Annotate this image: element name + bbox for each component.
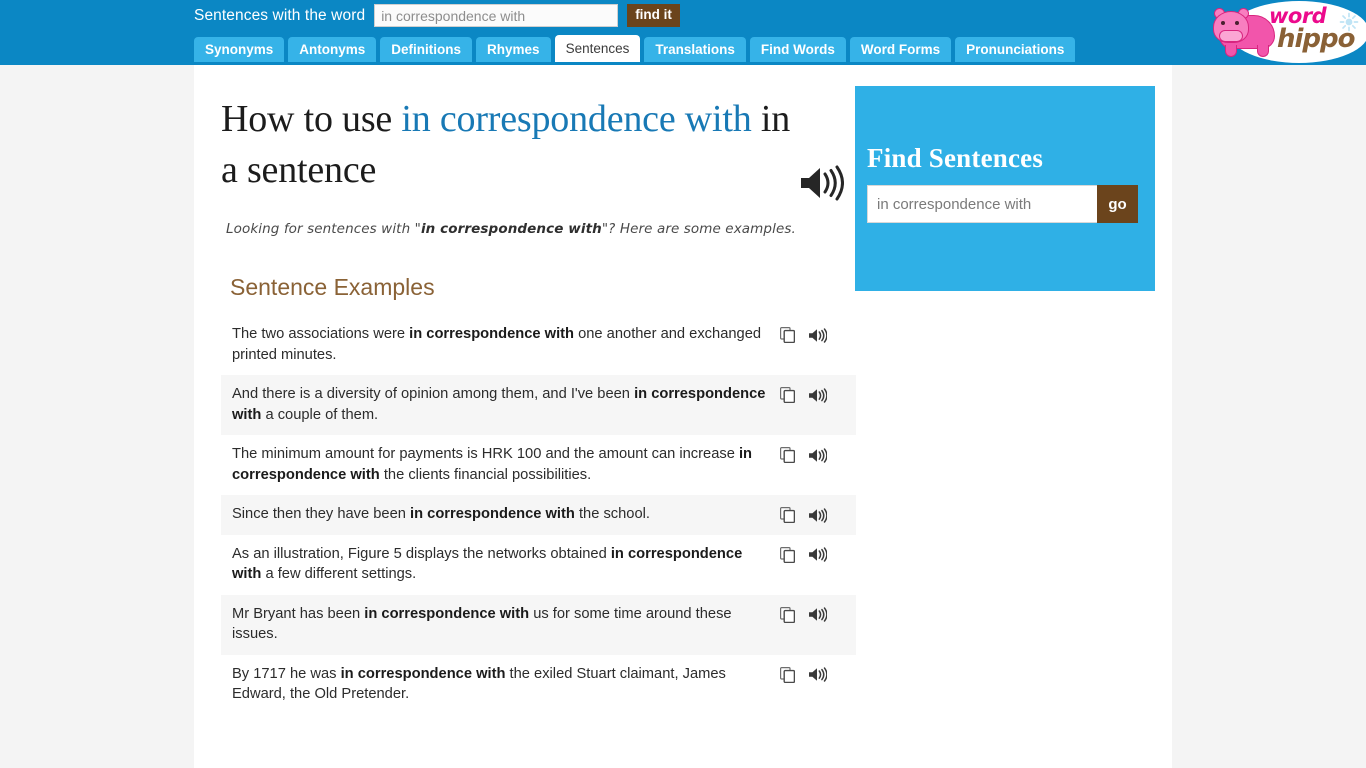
- sentence-text: Since then they have been in corresponde…: [232, 504, 780, 525]
- sentence-examples-list: The two associations were in corresponde…: [221, 315, 856, 715]
- subtitle-keyword: in correspondence with: [420, 221, 602, 237]
- word-search-input[interactable]: [374, 4, 619, 27]
- sentence-row: And there is a diversity of opinion amon…: [221, 375, 856, 435]
- tab-translations[interactable]: Translations: [644, 37, 746, 62]
- speaker-icon[interactable]: [808, 387, 828, 403]
- tab-definitions[interactable]: Definitions: [380, 37, 473, 62]
- go-button[interactable]: go: [1097, 185, 1138, 223]
- sentence-text: The minimum amount for payments is HRK 1…: [232, 444, 780, 485]
- sentence-row: Mr Bryant has been in correspondence wit…: [221, 594, 856, 655]
- sentence-text: And there is a diversity of opinion amon…: [232, 384, 780, 425]
- sentence-row-actions: [780, 664, 833, 683]
- speaker-icon[interactable]: [808, 447, 828, 463]
- sentence-row-actions: [780, 324, 833, 344]
- sentence-text-before: And there is a diversity of opinion amon…: [232, 386, 635, 402]
- copy-icon[interactable]: [780, 606, 796, 623]
- sentence-text-before: The two associations were: [232, 326, 410, 342]
- sentence-row: Since then they have been in corresponde…: [221, 495, 856, 535]
- sentence-text-before: Since then they have been: [232, 506, 411, 522]
- page-title-prefix: How to use: [221, 98, 402, 140]
- speaker-icon[interactable]: [808, 327, 828, 343]
- sentence-row: As an illustration, Figure 5 displays th…: [221, 534, 856, 595]
- nav-tabs: Synonyms Antonyms Definitions Rhymes Sen…: [194, 35, 1076, 62]
- sentence-text-after: a couple of them.: [261, 406, 379, 423]
- hippo-snout: [1219, 30, 1243, 42]
- sentence-keyword: in correspondence with: [340, 665, 506, 682]
- find-sentences-form: go: [867, 185, 1138, 223]
- speaker-icon[interactable]: [808, 667, 828, 682]
- page-body: How to use in correspondence with in a s…: [0, 65, 1366, 768]
- find-sentences-input[interactable]: [867, 185, 1097, 223]
- sentence-text: The two associations were in corresponde…: [232, 324, 780, 365]
- sentence-text-after: the clients financial possibilities.: [379, 466, 592, 483]
- sentence-row: The two associations were in corresponde…: [221, 315, 856, 375]
- sentence-text: By 1717 he was in correspondence with th…: [232, 664, 780, 705]
- tab-synonyms[interactable]: Synonyms: [194, 37, 285, 62]
- find-sentences-panel: Find Sentences go: [855, 86, 1155, 291]
- find-it-button[interactable]: find it: [627, 4, 680, 27]
- subtitle-before: Looking for sentences with ": [226, 221, 421, 237]
- speaker-icon[interactable]: [798, 165, 844, 206]
- hippo-eye-left: [1221, 21, 1225, 25]
- speaker-icon[interactable]: [808, 607, 828, 622]
- tab-antonyms[interactable]: Antonyms: [288, 37, 377, 62]
- sentence-text-after: the school.: [574, 506, 650, 522]
- sentence-text-before: By 1717 he was: [232, 665, 341, 682]
- sentence-text: Mr Bryant has been in correspondence wit…: [232, 604, 780, 645]
- hippo-leg-left: [1225, 45, 1237, 57]
- sentence-row: By 1717 he was in correspondence with th…: [221, 654, 856, 715]
- sentence-row-actions: [780, 444, 833, 464]
- hippo-leg-right: [1257, 45, 1269, 57]
- sun-icon[interactable]: [1339, 12, 1359, 32]
- sentence-text-before: As an illustration, Figure 5 displays th…: [232, 545, 611, 562]
- sentence-row-actions: [780, 384, 833, 404]
- speaker-icon[interactable]: [808, 547, 828, 562]
- top-header-bar: Sentences with the word find it Synonyms…: [0, 0, 1366, 65]
- tab-sentences[interactable]: Sentences: [554, 35, 641, 62]
- hippo-eye-right: [1235, 21, 1239, 25]
- sentence-keyword: in correspondence with: [409, 326, 575, 342]
- copy-icon[interactable]: [780, 327, 796, 344]
- sentence-text-before: The minimum amount for payments is HRK 1…: [232, 446, 739, 462]
- speaker-icon[interactable]: [808, 507, 828, 523]
- sentence-keyword: in correspondence with: [364, 605, 530, 622]
- main-column: How to use in correspondence with in a s…: [221, 65, 856, 715]
- copy-icon[interactable]: [780, 507, 796, 524]
- copy-icon[interactable]: [780, 546, 796, 563]
- sentence-row-actions: [780, 504, 833, 524]
- copy-icon[interactable]: [780, 447, 796, 464]
- sentence-text-after: a few different settings.: [261, 566, 417, 582]
- header-search-row: Sentences with the word find it: [194, 4, 680, 27]
- tab-find-words[interactable]: Find Words: [749, 37, 846, 62]
- sentence-row: The minimum amount for payments is HRK 1…: [221, 435, 856, 495]
- header-inner: Sentences with the word find it Synonyms…: [194, 0, 1366, 65]
- subtitle-after: "? Here are some examples.: [601, 221, 796, 237]
- copy-icon[interactable]: [780, 387, 796, 404]
- page-title: How to use in correspondence with in a s…: [221, 65, 791, 196]
- sentence-examples-heading: Sentence Examples: [230, 274, 435, 300]
- page-title-keyword: in correspondence with: [401, 98, 752, 140]
- sentence-row-actions: [780, 544, 833, 563]
- find-sentences-title: Find Sentences: [867, 143, 1044, 173]
- wordhippo-logo[interactable]: word hippo: [1207, 0, 1366, 73]
- copy-icon[interactable]: [780, 666, 796, 683]
- sentence-text-before: Mr Bryant has been: [232, 605, 365, 622]
- search-label: Sentences with the word: [194, 6, 366, 24]
- sentence-row-actions: [780, 604, 833, 623]
- tab-pronunciations[interactable]: Pronunciations: [955, 37, 1076, 62]
- content-panel: How to use in correspondence with in a s…: [194, 65, 1172, 768]
- tab-word-forms[interactable]: Word Forms: [849, 37, 952, 62]
- tab-rhymes[interactable]: Rhymes: [476, 37, 551, 62]
- subtitle-text: Looking for sentences with "in correspon…: [221, 196, 856, 237]
- sentence-keyword: in correspondence with: [410, 506, 575, 522]
- sentence-text: As an illustration, Figure 5 displays th…: [232, 544, 780, 585]
